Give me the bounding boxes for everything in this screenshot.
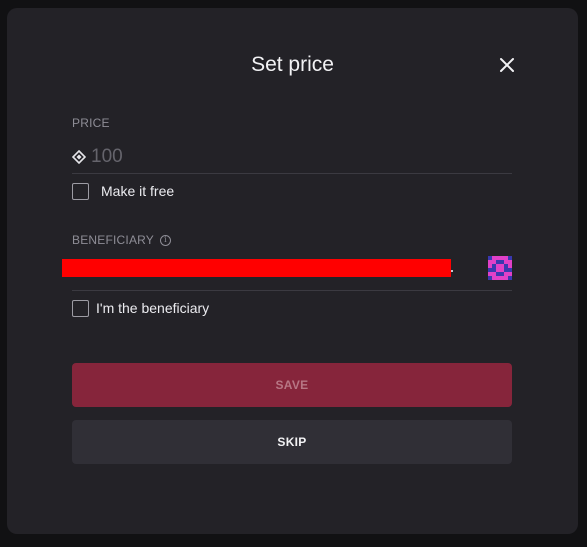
price-divider: [72, 173, 512, 174]
set-price-dialog: Set price PRICE Make it free BENEFICIARY…: [7, 8, 578, 534]
beneficiary-address-redacted[interactable]: [62, 259, 451, 277]
price-label: PRICE: [72, 116, 110, 130]
im-beneficiary-checkbox-row[interactable]: I'm the beneficiary: [72, 300, 209, 317]
diamond-currency-icon: [72, 150, 86, 164]
beneficiary-divider: [72, 290, 512, 291]
address-trailing-dot: [451, 270, 453, 272]
info-icon[interactable]: i: [160, 234, 171, 246]
avatar-icon: [488, 256, 512, 280]
beneficiary-label: BENEFICIARY: [72, 233, 154, 247]
dialog-title: Set price: [251, 53, 334, 76]
close-button[interactable]: [497, 55, 517, 75]
price-field[interactable]: [72, 140, 512, 174]
price-input[interactable]: [91, 146, 471, 168]
im-beneficiary-checkbox[interactable]: [72, 300, 89, 317]
identicon-avatar[interactable]: [488, 256, 512, 280]
skip-button[interactable]: SKIP: [72, 420, 512, 464]
make-free-checkbox-row[interactable]: Make it free: [72, 183, 174, 200]
make-free-checkbox[interactable]: [72, 183, 89, 200]
make-free-label: Make it free: [101, 183, 175, 199]
close-icon: [500, 58, 514, 72]
im-beneficiary-label: I'm the beneficiary: [96, 300, 210, 316]
beneficiary-label-row: BENEFICIARY i: [72, 233, 171, 247]
save-button[interactable]: SAVE: [72, 363, 512, 407]
